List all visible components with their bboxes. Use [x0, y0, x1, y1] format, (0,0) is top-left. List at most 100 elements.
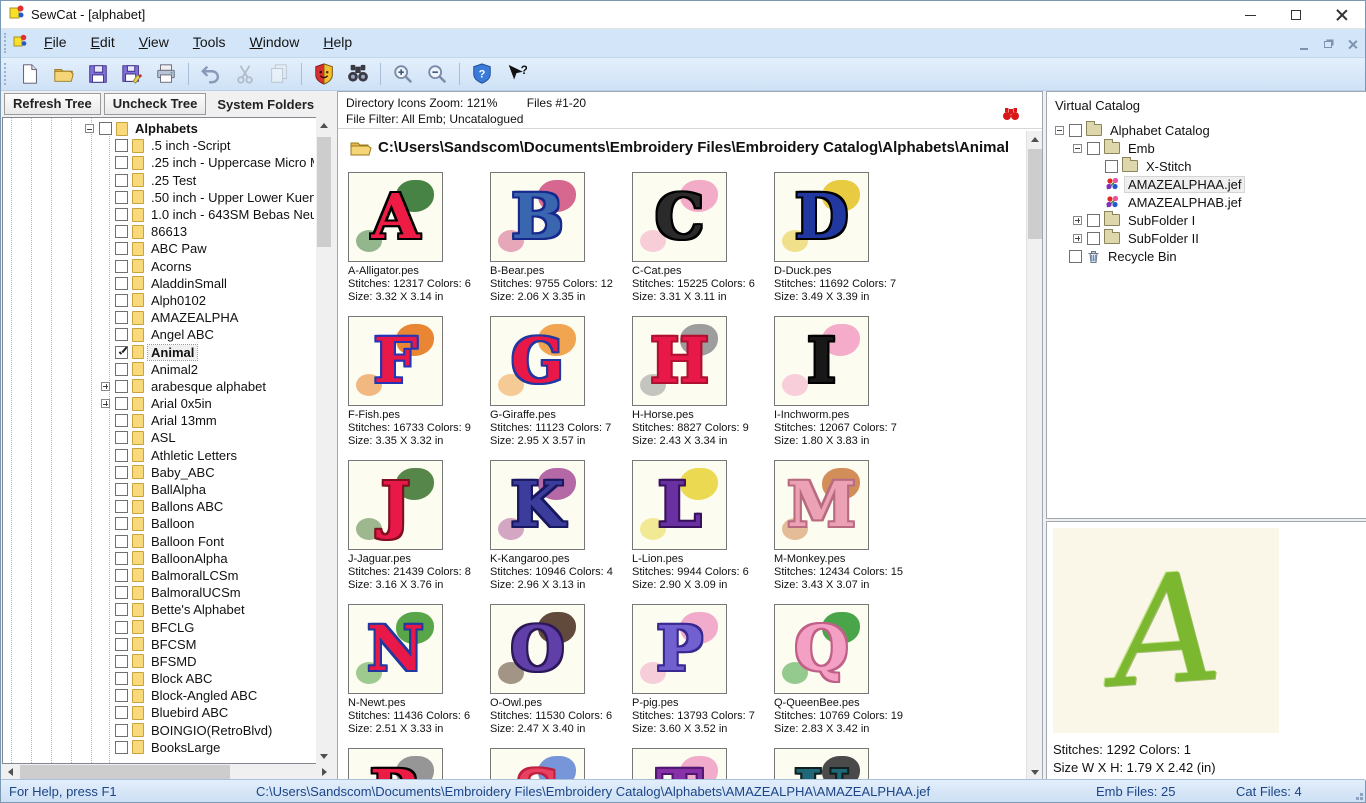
design-thumbnail[interactable]: F	[348, 316, 443, 406]
tree-item[interactable]: .25 Test	[3, 172, 314, 189]
tree-checkbox[interactable]	[99, 122, 112, 135]
masks-icon[interactable]	[309, 60, 339, 88]
binoculars-icon[interactable]	[343, 60, 373, 88]
tree-item[interactable]: Balloon	[3, 515, 314, 532]
save-icon[interactable]	[83, 60, 113, 88]
tree-item[interactable]: BFCLG	[3, 618, 314, 635]
tree-item[interactable]: .50 inch - Upper Lower Kuenst	[3, 189, 314, 206]
tree-item[interactable]: BalloonAlpha	[3, 550, 314, 567]
design-thumbnail[interactable]: N	[348, 604, 443, 694]
menu-view[interactable]: View	[127, 30, 181, 54]
menubar-grip[interactable]	[4, 33, 9, 53]
tree-checkbox[interactable]	[115, 311, 128, 324]
mdi-close-icon[interactable]	[1345, 38, 1359, 50]
catalog-checkbox[interactable]	[1087, 232, 1100, 245]
tree-checkbox[interactable]	[115, 672, 128, 685]
zoom-in-icon[interactable]	[388, 60, 418, 88]
collapse-icon[interactable]	[1055, 126, 1064, 135]
tree-item[interactable]: Angel ABC	[3, 326, 314, 343]
tree-checkbox[interactable]	[115, 225, 128, 238]
tree-item[interactable]: BOINGIO(RetroBlvd)	[3, 722, 314, 739]
catalog-checkbox[interactable]	[1087, 214, 1100, 227]
uncheck-tree-button[interactable]: Uncheck Tree	[104, 93, 207, 115]
design-thumbnail[interactable]: I	[774, 316, 869, 406]
design-thumbnail[interactable]: R	[348, 748, 443, 781]
tree-item[interactable]: Block ABC	[3, 670, 314, 687]
tree-item[interactable]: Arial 13mm	[3, 412, 314, 429]
tree-checkbox[interactable]	[115, 449, 128, 462]
tree-checkbox[interactable]	[115, 741, 128, 754]
tree-checkbox[interactable]	[115, 431, 128, 444]
tree-checkbox[interactable]	[115, 346, 128, 359]
design-thumbnail[interactable]: U	[774, 748, 869, 781]
tree-checkbox[interactable]	[115, 363, 128, 376]
tree-item[interactable]: Acorns	[3, 258, 314, 275]
tree-checkbox[interactable]	[115, 500, 128, 513]
system-folder-tree[interactable]: Alphabets.5 inch -Script.25 inch - Upper…	[2, 117, 332, 764]
tree-item[interactable]: AladdinSmall	[3, 275, 314, 292]
tree-item[interactable]: BalmoralLCSm	[3, 567, 314, 584]
tree-checkbox[interactable]	[115, 535, 128, 548]
scroll-down-icon[interactable]	[316, 748, 332, 764]
tree-checkbox[interactable]	[115, 208, 128, 221]
expand-icon[interactable]	[101, 382, 110, 391]
print-icon[interactable]	[151, 60, 181, 88]
tree-item[interactable]: Alphabets	[3, 120, 314, 137]
catalog-tree-item[interactable]: SubFolder I	[1055, 211, 1366, 229]
design-thumbnail[interactable]: G	[490, 316, 585, 406]
tree-checkbox[interactable]	[115, 277, 128, 290]
tree-checkbox[interactable]	[115, 414, 128, 427]
tree-checkbox[interactable]	[115, 191, 128, 204]
collapse-icon[interactable]	[85, 124, 94, 133]
tree-checkbox[interactable]	[115, 328, 128, 341]
menu-help[interactable]: Help	[311, 30, 364, 54]
collapse-icon[interactable]	[1073, 144, 1082, 153]
tree-item[interactable]: BallAlpha	[3, 481, 314, 498]
design-thumbnail[interactable]: M	[774, 460, 869, 550]
design-thumbnail[interactable]: Q	[774, 604, 869, 694]
toolbar-grip[interactable]	[4, 63, 9, 85]
catalog-tree-item[interactable]: Emb	[1055, 139, 1366, 157]
open-folder-icon[interactable]	[49, 60, 79, 88]
tree-item[interactable]: Athletic Letters	[3, 447, 314, 464]
maximize-icon[interactable]	[1273, 1, 1319, 29]
tree-checkbox[interactable]	[115, 517, 128, 530]
tree-item[interactable]: Animal2	[3, 361, 314, 378]
design-thumbnail[interactable]: K	[490, 460, 585, 550]
design-thumbnail[interactable]: T	[632, 748, 727, 781]
design-thumbnail[interactable]: A	[348, 172, 443, 262]
tree-item[interactable]: BFCSM	[3, 636, 314, 653]
context-help-icon[interactable]: ?	[501, 60, 531, 88]
tree-vertical-scrollbar[interactable]	[316, 117, 332, 764]
tree-item[interactable]: BalmoralUCSm	[3, 584, 314, 601]
undo-icon[interactable]	[196, 60, 226, 88]
expand-icon[interactable]	[1073, 216, 1082, 225]
scroll-down-icon[interactable]	[1027, 764, 1043, 780]
tree-checkbox[interactable]	[115, 638, 128, 651]
design-thumbnail[interactable]: B	[490, 172, 585, 262]
tree-item[interactable]: 86613	[3, 223, 314, 240]
catalog-tree-item[interactable]: X-Stitch	[1055, 157, 1366, 175]
search-binoculars-icon[interactable]	[1002, 106, 1020, 126]
tree-item[interactable]: Arial 0x5in	[3, 395, 314, 412]
tree-item[interactable]: BFSMD	[3, 653, 314, 670]
scroll-up-icon[interactable]	[1027, 131, 1043, 147]
design-thumbnail[interactable]: P	[632, 604, 727, 694]
tree-checkbox[interactable]	[115, 139, 128, 152]
tree-checkbox[interactable]	[115, 242, 128, 255]
tree-item[interactable]: BooksLarge	[3, 739, 314, 756]
tree-checkbox[interactable]	[115, 724, 128, 737]
tree-item[interactable]: Bluebird ABC	[3, 704, 314, 721]
tree-item[interactable]: Balloon Font	[3, 533, 314, 550]
tree-checkbox[interactable]	[115, 380, 128, 393]
tree-horizontal-scrollbar[interactable]	[2, 764, 332, 780]
mdi-restore-icon[interactable]	[1321, 38, 1335, 50]
mdi-minimize-icon[interactable]	[1297, 38, 1311, 50]
design-thumbnail[interactable]: H	[632, 316, 727, 406]
tree-item[interactable]: Ballons ABC	[3, 498, 314, 515]
tree-checkbox[interactable]	[115, 260, 128, 273]
catalog-tree-item[interactable]: SubFolder II	[1055, 229, 1366, 247]
tree-item[interactable]: .25 inch - Uppercase Micro M	[3, 154, 314, 171]
menu-window[interactable]: Window	[238, 30, 312, 54]
scroll-right-icon[interactable]	[316, 764, 332, 780]
